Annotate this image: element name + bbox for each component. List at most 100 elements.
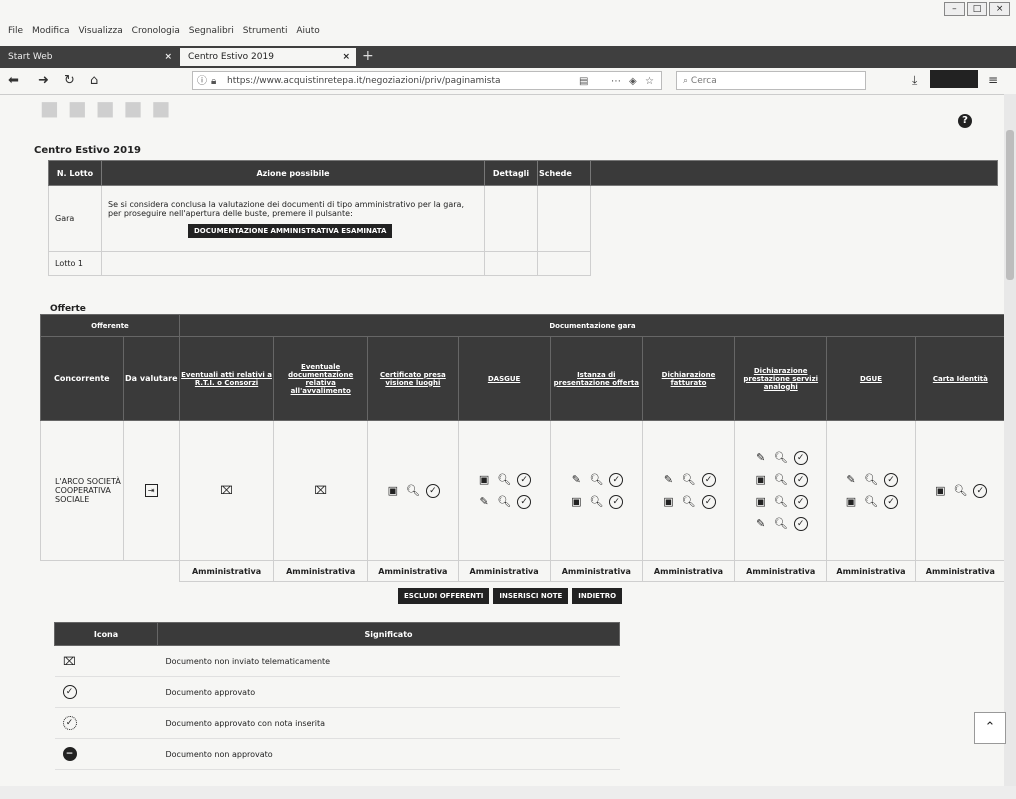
view-icon[interactable]: 🔍︎ (497, 473, 511, 487)
view-icon[interactable]: 🔍︎ (953, 484, 967, 498)
stamp-icon[interactable]: ▣ (477, 473, 491, 487)
col-doc-rti[interactable]: Eventuali atti relativi a R.T.I. o Conso… (178, 336, 275, 421)
legend-row: ✓ Documento approvato (54, 676, 620, 708)
view-icon[interactable]: 🔍︎ (406, 484, 420, 498)
new-tab-button[interactable]: + (362, 46, 374, 66)
tab-start-web[interactable]: Start Web × (0, 48, 178, 66)
col-doc-fatturato[interactable]: Dichiarazione fatturato (641, 336, 736, 421)
bookmark-star-icon[interactable]: ☆ (645, 72, 654, 91)
approved-icon[interactable]: ✓ (517, 472, 532, 487)
stamp-icon[interactable]: ▣ (754, 495, 768, 509)
reload-icon[interactable]: ↻ (64, 72, 75, 90)
col-doc-carta-identita[interactable]: Carta Identità (914, 336, 1007, 421)
approved-icon[interactable]: ✓ (793, 516, 808, 531)
valuta-enter-icon[interactable]: ⇥ (144, 484, 158, 497)
view-icon[interactable]: 🔍︎ (682, 495, 696, 509)
stamp-icon[interactable]: ▣ (754, 473, 768, 487)
documentazione-esaminata-button[interactable]: DOCUMENTAZIONE AMMINISTRATIVA ESAMINATA (188, 223, 393, 238)
download-icon[interactable]: ⤓ (912, 73, 917, 88)
close-tab-icon[interactable]: × (164, 48, 172, 66)
approved-icon[interactable]: ✓ (973, 483, 988, 498)
approved-icon[interactable]: ✓ (793, 450, 808, 465)
approved-icon[interactable]: ✓ (701, 472, 716, 487)
approved-icon[interactable]: ✓ (793, 494, 808, 509)
col-doc-istanza[interactable]: Istanza di presentazione offerta (549, 336, 643, 421)
search-input[interactable]: ⌕ Cerca (676, 71, 866, 90)
info-icon[interactable]: ⓘ (197, 72, 207, 91)
view-icon[interactable]: 🔍︎ (774, 473, 788, 487)
edit-note-icon[interactable]: ✎ (569, 473, 583, 487)
stamp-icon[interactable]: ▣ (844, 495, 858, 509)
pocket-icon[interactable]: ◈ (629, 72, 637, 91)
approved-icon[interactable]: ✓ (609, 472, 624, 487)
maximize-button[interactable]: □ (966, 2, 988, 16)
approved-icon[interactable]: ✓ (517, 494, 532, 509)
approved-icon[interactable]: ✓ (425, 483, 440, 498)
help-icon[interactable]: ? (958, 114, 972, 128)
view-icon[interactable]: 🔍︎ (682, 473, 696, 487)
group-offerente: Offerente (40, 314, 180, 337)
tab-centro-estivo[interactable]: Centro Estivo 2019 × (180, 48, 356, 66)
edit-note-icon[interactable]: ✎ (754, 451, 768, 465)
view-icon[interactable]: 🔍︎ (774, 451, 788, 465)
stamp-icon[interactable]: ▣ (933, 484, 947, 498)
back-icon[interactable]: ⬅ (8, 72, 19, 90)
col-doc-avvalimento[interactable]: Eventuale documentazione relativa all'av… (273, 336, 369, 421)
approved-icon[interactable]: ✓ (609, 494, 624, 509)
col-icona: Icona (54, 622, 158, 646)
home-icon[interactable]: ⌂ (90, 72, 98, 90)
approved-icon[interactable]: ✓ (883, 472, 898, 487)
approved-icon[interactable]: ✓ (793, 472, 808, 487)
edit-note-icon[interactable]: ✎ (844, 473, 858, 487)
more-icon[interactable]: ⋯ (611, 72, 621, 91)
col-concorrente: Concorrente (40, 336, 124, 421)
view-icon[interactable]: 🔍︎ (774, 495, 788, 509)
tipo-cell: Amministrativa (178, 560, 275, 582)
reader-icon[interactable]: ▤ (579, 72, 588, 91)
inserisci-note-button[interactable]: INSERISCI NOTE (493, 588, 569, 604)
url-bar[interactable]: ⓘ 🔒︎ https://www.acquistinretepa.it/nego… (192, 71, 662, 90)
doc-cell: ⌧ (178, 420, 275, 561)
col-doc-presa-visione[interactable]: Certificato presa visione luoghi (367, 336, 459, 421)
indietro-button[interactable]: INDIETRO (572, 588, 623, 604)
stamp-icon[interactable]: ▣ (386, 484, 400, 498)
col-doc-dgue[interactable]: DGUE (826, 336, 916, 421)
approved-icon[interactable]: ✓ (883, 494, 898, 509)
scrollbar-thumb[interactable] (1006, 130, 1014, 280)
escludi-offerenti-button[interactable]: ESCLUDI OFFERENTI (398, 588, 490, 604)
page-header-faint: ■ ■ ■ ■ ■ (40, 96, 172, 120)
view-icon[interactable]: 🔍︎ (589, 495, 603, 509)
hamburger-menu-icon[interactable]: ≡ (988, 73, 998, 87)
menu-strumenti[interactable]: Strumenti (243, 26, 288, 36)
edit-note-icon[interactable]: ✎ (662, 473, 676, 487)
close-tab-icon[interactable]: × (342, 48, 350, 66)
minimize-button[interactable]: – (944, 2, 965, 16)
edit-note-icon[interactable]: ✎ (754, 517, 768, 531)
scroll-top-button[interactable]: ⌃ (974, 712, 1006, 744)
view-icon[interactable]: 🔍︎ (864, 495, 878, 509)
da-valutare-cell: ⇥ (122, 420, 180, 561)
view-icon[interactable]: 🔍︎ (864, 473, 878, 487)
col-doc-servizi-analoghi[interactable]: Dichiarazione prestazione servizi analog… (734, 336, 828, 421)
header-button[interactable] (930, 70, 978, 88)
col-significato: Significato (157, 622, 620, 646)
edit-note-icon[interactable]: ✎ (477, 495, 491, 509)
menu-cronologia[interactable]: Cronologia (132, 26, 180, 36)
view-icon[interactable]: 🔍︎ (589, 473, 603, 487)
header-fill (590, 160, 998, 186)
not-sent-icon: ⌧ (63, 654, 76, 668)
view-icon[interactable]: 🔍︎ (774, 517, 788, 531)
approved-icon[interactable]: ✓ (701, 494, 716, 509)
menu-visualizza[interactable]: Visualizza (78, 26, 122, 36)
menu-file[interactable]: File (8, 26, 23, 36)
stamp-icon[interactable]: ▣ (662, 495, 676, 509)
menu-aiuto[interactable]: Aiuto (296, 26, 319, 36)
menu-modifica[interactable]: Modifica (32, 26, 70, 36)
stamp-icon[interactable]: ▣ (569, 495, 583, 509)
col-doc-dasgue[interactable]: DASGUE (457, 336, 551, 421)
view-icon[interactable]: 🔍︎ (497, 495, 511, 509)
forward-icon[interactable]: ➜ (38, 72, 49, 90)
menu-segnalibri[interactable]: Segnalibri (189, 26, 234, 36)
close-window-button[interactable]: × (989, 2, 1011, 16)
doc-cell: ✎ 🔍︎ ✓ ▣ 🔍︎ ✓ (641, 420, 736, 561)
